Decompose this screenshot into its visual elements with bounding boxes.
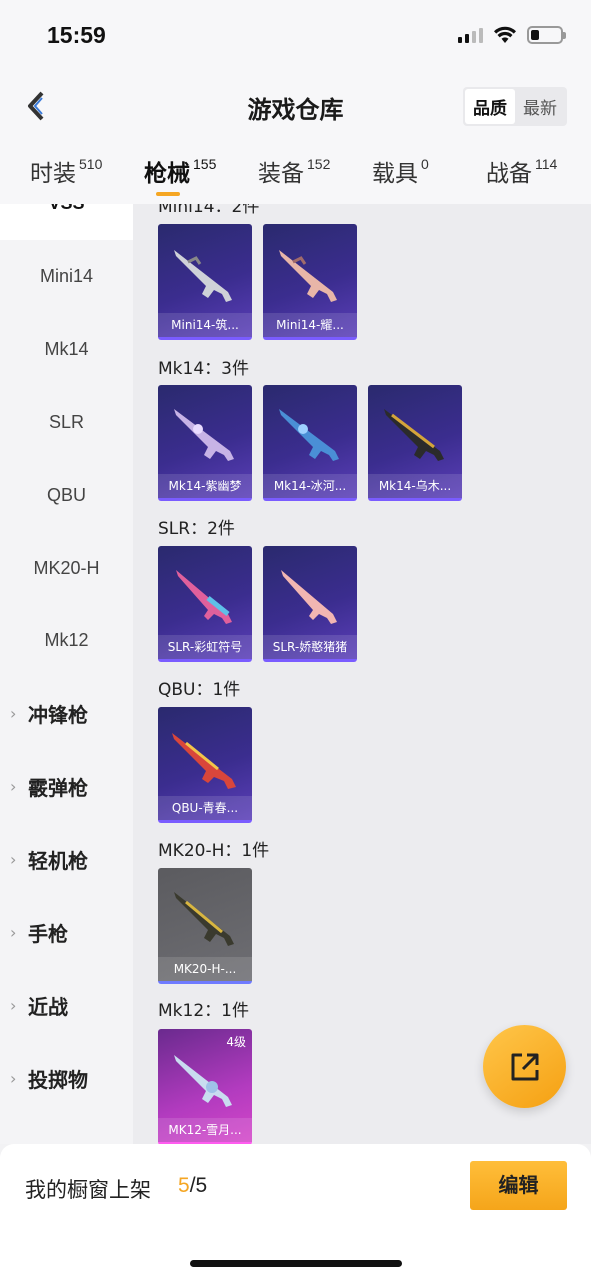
weapon-card[interactable]: MK20-H-... <box>158 868 252 984</box>
weapon-name: Mk14-乌木... <box>368 474 462 498</box>
rifle-icon <box>279 409 339 461</box>
tab-count: 155 <box>193 156 217 172</box>
tab-count: 510 <box>79 156 103 172</box>
showcase-label: 我的橱窗上架 <box>25 1178 151 1202</box>
category-label: 冲锋枪 <box>28 703 88 727</box>
group-label-mk14: Mk14：3件 <box>158 359 249 379</box>
weapon-card[interactable]: Mini14-耀... <box>263 224 357 340</box>
group-label-slr: SLR：2件 <box>158 519 235 539</box>
sidebar-category-throwable[interactable]: › 投掷物 <box>10 1042 133 1115</box>
tab-label: 枪械 <box>144 161 190 187</box>
wifi-icon <box>494 26 516 43</box>
battery-icon <box>527 26 566 44</box>
tab-guns[interactable]: 枪械 155 <box>144 154 217 196</box>
group-label-mk20h: MK20-H：1件 <box>158 841 270 861</box>
status-bar: 15:59 <box>0 0 591 76</box>
sort-toggle: 品质 最新 <box>463 87 567 126</box>
weapon-card[interactable]: Mini14-筑... <box>158 224 252 340</box>
group-label-mini14: Mini14：2件 <box>158 204 260 217</box>
share-fab-button[interactable] <box>483 1025 566 1108</box>
external-link-icon <box>511 1053 538 1080</box>
edit-button[interactable]: 编辑 <box>470 1161 567 1210</box>
tab-label: 时装 <box>30 161 76 187</box>
rifle-icon <box>172 733 236 789</box>
chevron-right-icon: › <box>10 996 17 1015</box>
chevron-right-icon: › <box>10 704 17 723</box>
weapon-sidebar: VSS Mini14 Mk14 SLR QBU MK20-H Mk12 › 冲锋… <box>0 204 133 1144</box>
category-label: 投掷物 <box>28 1068 88 1092</box>
weapon-name: MK12-雪月... <box>158 1118 252 1142</box>
tab-costumes[interactable]: 时装 510 <box>30 154 102 188</box>
weapon-name: MK20-H-... <box>158 957 252 981</box>
tab-count: 114 <box>535 156 558 172</box>
showcase-total-count: /5 <box>189 1174 208 1197</box>
sort-newest-option[interactable]: 最新 <box>515 89 565 124</box>
weapon-name: SLR-娇憨猪猪 <box>263 635 357 659</box>
category-label: 轻机枪 <box>28 849 88 873</box>
category-label: 霰弹枪 <box>28 776 88 800</box>
weapon-name: Mini14-耀... <box>263 313 357 337</box>
rifle-icon <box>384 409 444 461</box>
rifle-icon <box>279 250 337 302</box>
sidebar-item-vss[interactable]: VSS <box>0 204 133 240</box>
sidebar-item-qbu[interactable]: QBU <box>0 459 133 532</box>
tab-label: 装备 <box>258 161 304 187</box>
tab-label: 载具 <box>372 161 418 187</box>
tab-count: 152 <box>307 156 331 172</box>
rifle-icon <box>174 1055 232 1107</box>
weapon-name: Mk14-紫幽梦 <box>158 474 252 498</box>
weapon-card[interactable]: SLR-娇憨猪猪 <box>263 546 357 662</box>
weapon-name: Mini14-筑... <box>158 313 252 337</box>
tab-supplies[interactable]: 战备 114 <box>486 154 557 188</box>
status-time: 15:59 <box>47 22 106 48</box>
showcase-current-count: 5 <box>178 1174 190 1197</box>
chevron-right-icon: › <box>10 1069 17 1088</box>
weapon-card[interactable]: SLR-彩虹符号 <box>158 546 252 662</box>
tab-vehicles[interactable]: 载具 0 <box>372 154 429 188</box>
nav-bar: 游戏仓库 品质 最新 <box>0 76 591 136</box>
rifle-icon <box>281 570 337 624</box>
weapon-card[interactable]: 4级 MK12-雪月... <box>158 1029 252 1144</box>
weapon-card[interactable]: QBU-青春... <box>158 707 252 823</box>
active-tab-indicator <box>156 192 180 196</box>
weapon-name: SLR-彩虹符号 <box>158 635 252 659</box>
weapon-list: Mini14：2件 Mini14-筑... Mini14-耀... Mk14：3… <box>133 204 591 1144</box>
sort-quality-option[interactable]: 品质 <box>465 89 515 124</box>
weapon-name: Mk14-冰河... <box>263 474 357 498</box>
weapon-card[interactable]: Mk14-乌木... <box>368 385 462 501</box>
chevron-right-icon: › <box>10 923 17 942</box>
sidebar-category-melee[interactable]: › 近战 <box>10 969 133 1042</box>
category-label: 手枪 <box>28 922 68 946</box>
weapon-name: QBU-青春... <box>158 796 252 820</box>
sidebar-category-lmg[interactable]: › 轻机枪 <box>10 823 133 896</box>
sidebar-category-smg[interactable]: › 冲锋枪 <box>10 677 133 750</box>
sidebar-item-mk14[interactable]: Mk14 <box>0 313 133 386</box>
sidebar-item-mk12[interactable]: Mk12 <box>0 604 133 677</box>
rifle-icon <box>174 892 234 946</box>
group-label-qbu: QBU：1件 <box>158 680 241 700</box>
showcase-bar: 我的橱窗上架 5/5 编辑 <box>0 1144 591 1280</box>
category-label: 近战 <box>28 995 68 1019</box>
group-label-mk12: Mk12：1件 <box>158 1001 249 1021</box>
sidebar-item-mk20h[interactable]: MK20-H <box>0 532 133 605</box>
sidebar-item-mini14[interactable]: Mini14 <box>0 240 133 313</box>
weapon-card[interactable]: Mk14-冰河... <box>263 385 357 501</box>
chevron-right-icon: › <box>10 777 17 796</box>
sidebar-category-shotgun[interactable]: › 霰弹枪 <box>10 750 133 823</box>
sidebar-item-slr[interactable]: SLR <box>0 386 133 459</box>
weapon-card[interactable]: Mk14-紫幽梦 <box>158 385 252 501</box>
tab-count: 0 <box>421 156 429 172</box>
rifle-icon <box>176 570 232 624</box>
sidebar-category-pistol[interactable]: › 手枪 <box>10 896 133 969</box>
category-tabs: 时装 510 枪械 155 装备 152 载具 0 战备 114 <box>0 136 591 204</box>
rifle-icon <box>174 409 234 461</box>
tab-label: 战备 <box>486 161 532 187</box>
tab-equipment[interactable]: 装备 152 <box>258 154 330 188</box>
home-indicator <box>190 1260 402 1267</box>
status-icons <box>458 26 566 44</box>
chevron-right-icon: › <box>10 850 17 869</box>
rifle-icon <box>174 250 232 302</box>
signal-icon <box>458 27 483 43</box>
showcase-count: 5/5 <box>178 1174 207 1198</box>
